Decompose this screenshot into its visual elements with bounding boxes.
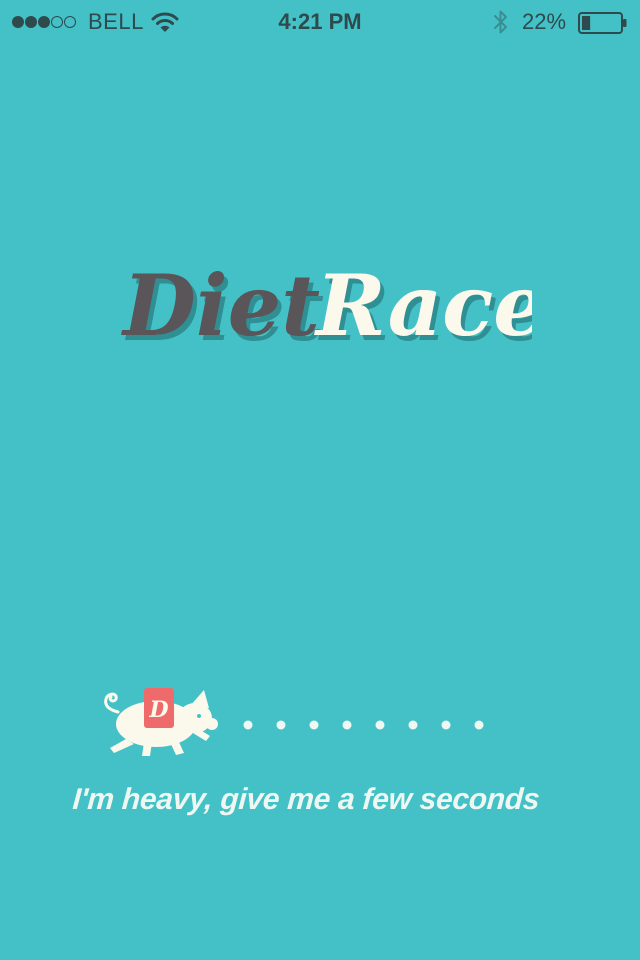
- progress-dot: [276, 720, 286, 730]
- status-bar: BELL 4:21 PM 22%: [0, 0, 640, 44]
- progress-dot: [474, 720, 484, 730]
- loading-message: I'm heavy, give me a few seconds: [71, 783, 541, 816]
- bluetooth-icon: [491, 9, 511, 40]
- battery-percent: 22%: [522, 9, 567, 34]
- progress-dot: [408, 720, 418, 730]
- progress-dot: [309, 720, 319, 730]
- progress-dot: [342, 720, 352, 730]
- progress-dot: [375, 720, 385, 730]
- progress-dots: [238, 716, 498, 741]
- logo-word-race: Race: [314, 256, 532, 355]
- progress-dot: [243, 720, 253, 730]
- progress-dot: [441, 720, 451, 730]
- pig-mascot-icon: D: [100, 684, 222, 763]
- app-logo: DietRace DietRace: [112, 250, 551, 365]
- logo-word-diet: Diet: [121, 256, 320, 355]
- pig-badge-letter: D: [148, 697, 168, 723]
- logo-wordmark: DietRace: [121, 256, 532, 355]
- battery-icon: [578, 12, 628, 39]
